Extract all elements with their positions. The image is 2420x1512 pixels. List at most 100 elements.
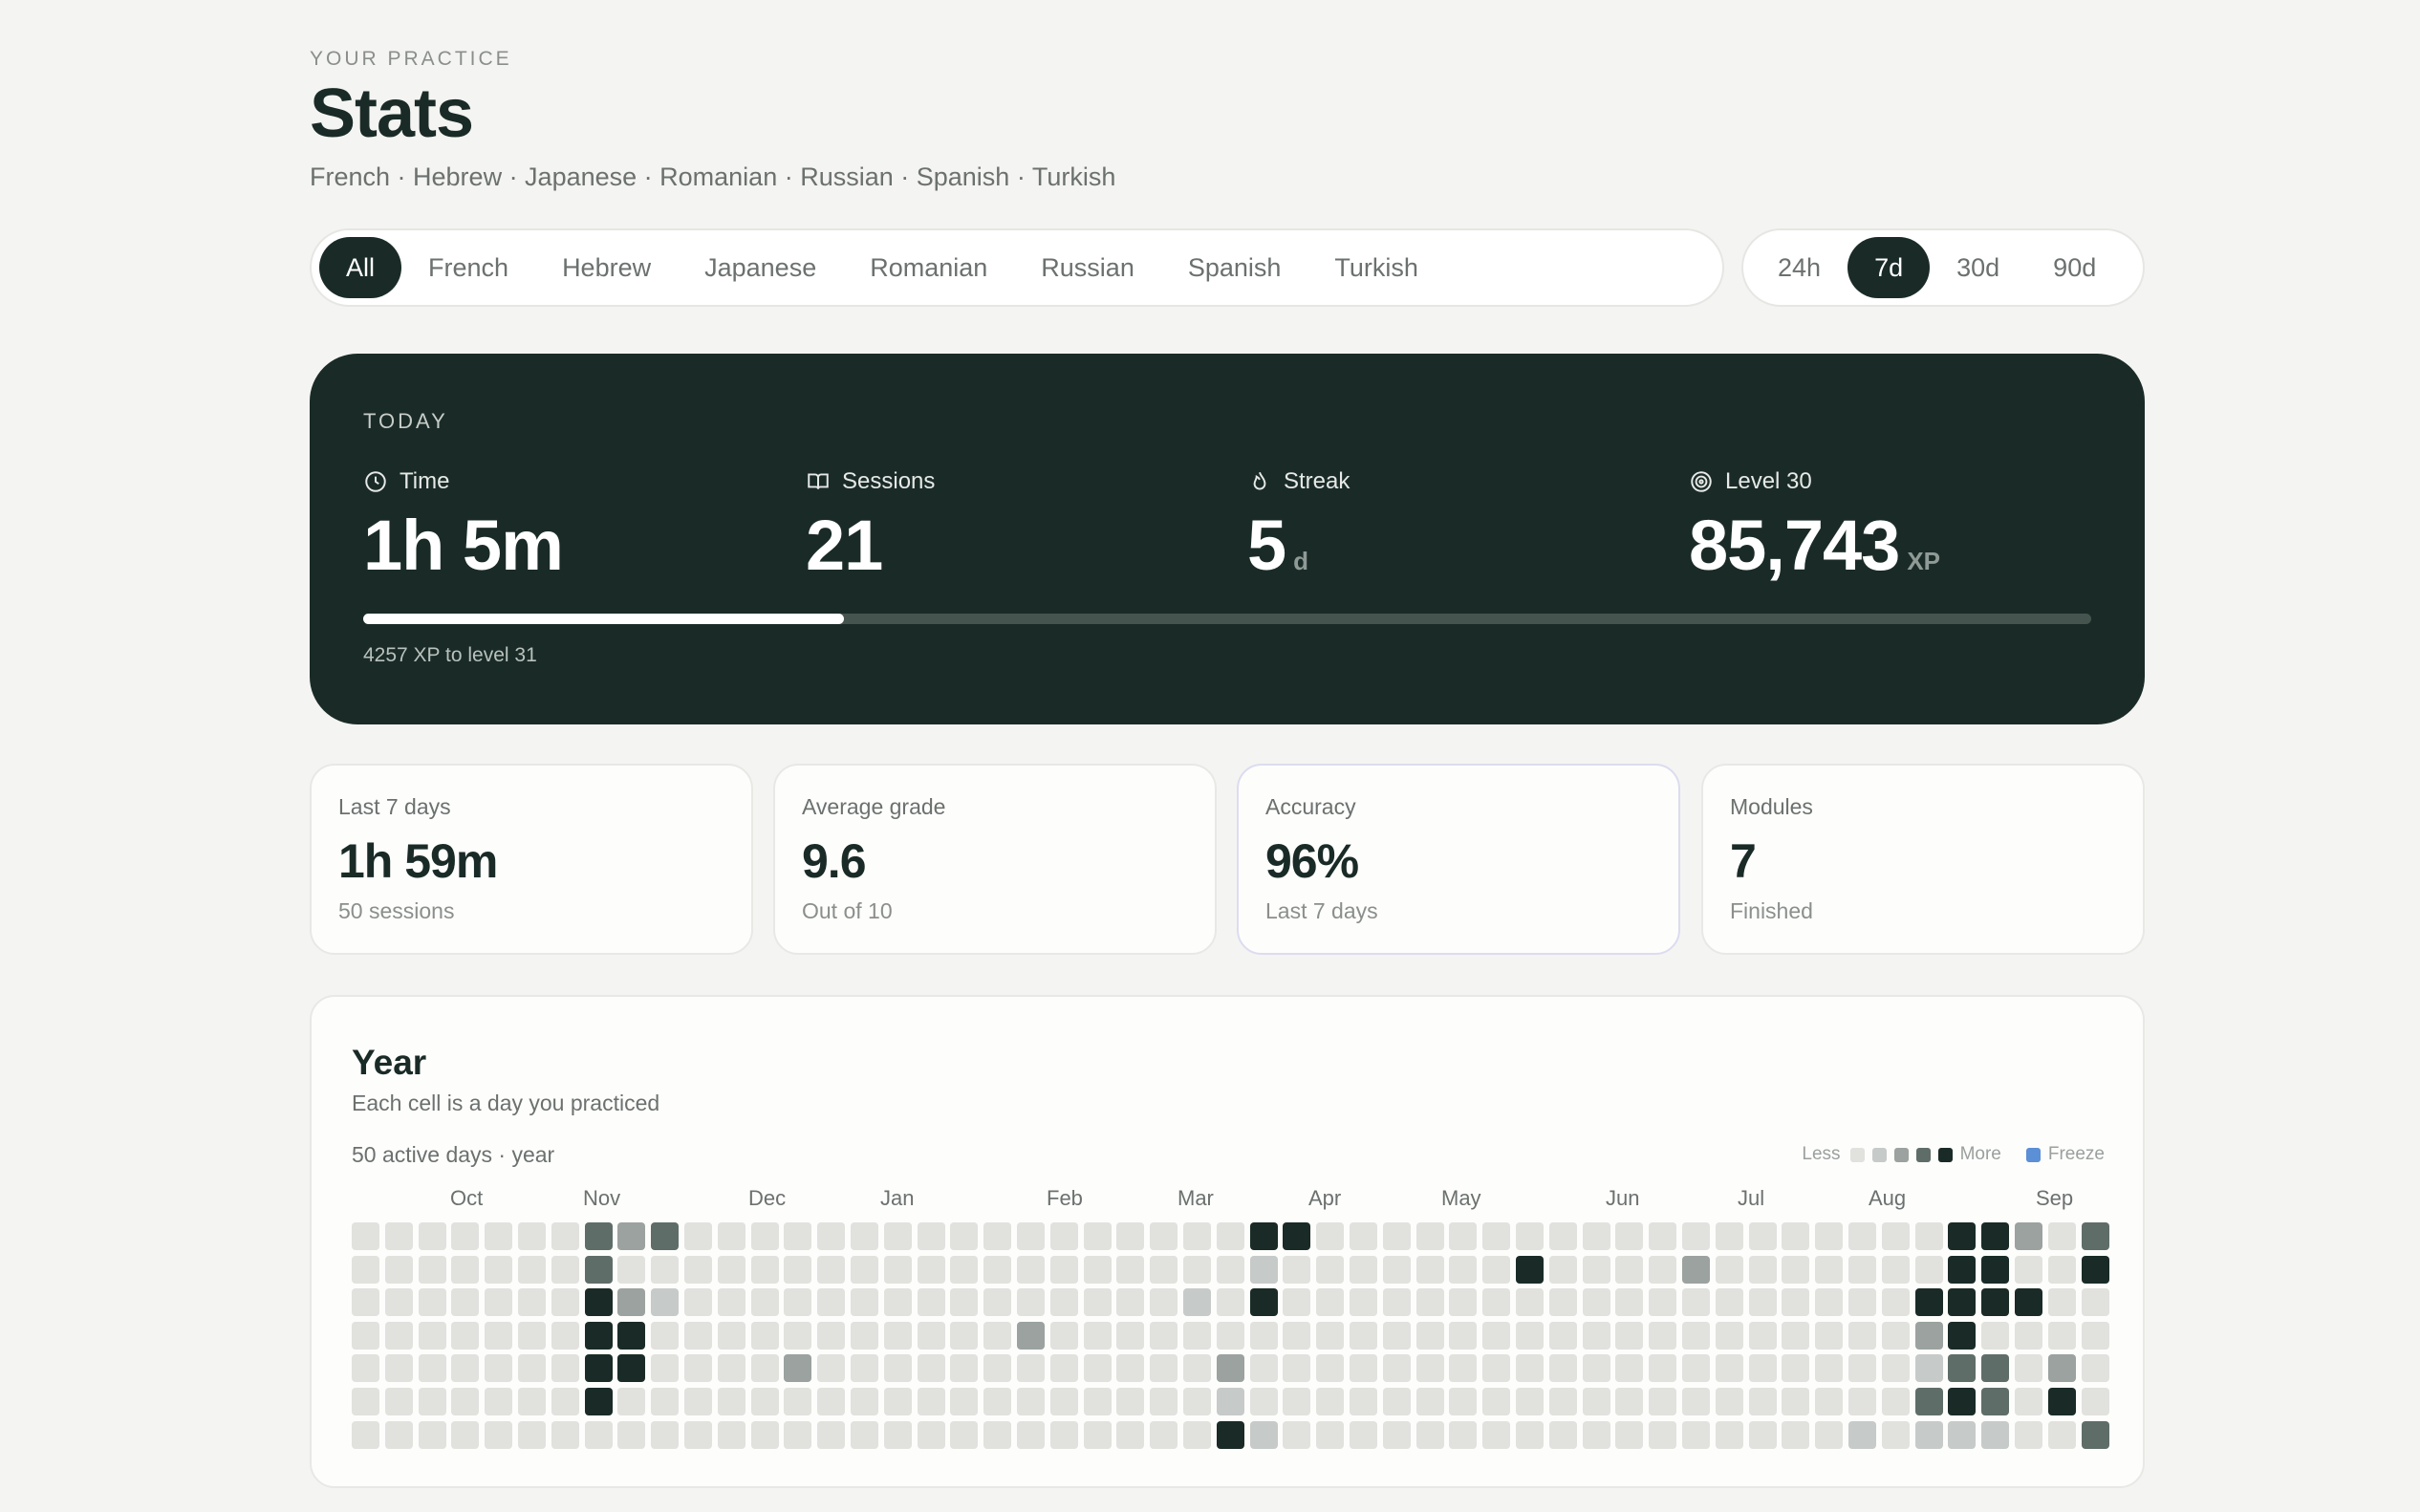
heatmap-cell[interactable] <box>1815 1255 1844 1284</box>
lang-option-turkish[interactable]: Turkish <box>1307 237 1445 298</box>
heatmap-cell[interactable] <box>1482 1222 1511 1250</box>
heatmap-cell[interactable] <box>584 1388 613 1415</box>
heatmap-cell[interactable] <box>784 1222 812 1250</box>
heatmap-cell[interactable] <box>1649 1288 1677 1317</box>
heatmap-cell[interactable] <box>485 1222 513 1250</box>
heatmap-cell[interactable] <box>917 1288 945 1317</box>
heatmap-cell[interactable] <box>1981 1354 2010 1383</box>
heatmap-cell[interactable] <box>485 1288 513 1317</box>
heatmap-cell[interactable] <box>2047 1321 2076 1350</box>
heatmap-cell[interactable] <box>551 1354 579 1383</box>
heatmap-cell[interactable] <box>1449 1222 1478 1250</box>
heatmap-cell[interactable] <box>617 1321 646 1350</box>
heatmap-cell[interactable] <box>1615 1388 1644 1415</box>
heatmap-cell[interactable] <box>717 1321 745 1350</box>
heatmap-cell[interactable] <box>817 1388 846 1415</box>
heatmap-cell[interactable] <box>485 1388 513 1415</box>
heatmap-cell[interactable] <box>1150 1288 1178 1317</box>
heatmap-cell[interactable] <box>1216 1420 1244 1449</box>
heatmap-cell[interactable] <box>651 1222 680 1250</box>
heatmap-cell[interactable] <box>1350 1222 1377 1250</box>
heatmap-cell[interactable] <box>1914 1222 1943 1250</box>
heatmap-cell[interactable] <box>617 1255 646 1284</box>
heatmap-cell[interactable] <box>1116 1354 1145 1383</box>
heatmap-cell[interactable] <box>2015 1288 2042 1317</box>
heatmap-cell[interactable] <box>1981 1255 2010 1284</box>
lang-option-spanish[interactable]: Spanish <box>1161 237 1308 298</box>
heatmap-cell[interactable] <box>1249 1222 1278 1250</box>
heatmap-cell[interactable] <box>2081 1321 2109 1350</box>
heatmap-cell[interactable] <box>584 1420 613 1449</box>
heatmap-cell[interactable] <box>1782 1255 1810 1284</box>
heatmap-cell[interactable] <box>1283 1354 1311 1383</box>
heatmap-cell[interactable] <box>1649 1222 1677 1250</box>
heatmap-cell[interactable] <box>451 1420 480 1449</box>
heatmap-cell[interactable] <box>1682 1222 1710 1250</box>
heatmap-cell[interactable] <box>584 1354 613 1383</box>
heatmap-cell[interactable] <box>1382 1288 1411 1317</box>
heatmap-cell[interactable] <box>451 1255 480 1284</box>
heatmap-cell[interactable] <box>1615 1255 1644 1284</box>
heatmap-cell[interactable] <box>1516 1222 1544 1250</box>
heatmap-cell[interactable] <box>1249 1354 1278 1383</box>
heatmap-cell[interactable] <box>651 1288 680 1317</box>
heatmap-cell[interactable] <box>1083 1321 1112 1350</box>
heatmap-cell[interactable] <box>1748 1222 1777 1250</box>
heatmap-cell[interactable] <box>1183 1255 1211 1284</box>
heatmap-cell[interactable] <box>1981 1388 2010 1415</box>
heatmap-cell[interactable] <box>1516 1388 1544 1415</box>
heatmap-cell[interactable] <box>651 1388 680 1415</box>
heatmap-cell[interactable] <box>1216 1255 1244 1284</box>
heatmap-cell[interactable] <box>1083 1222 1112 1250</box>
heatmap-cell[interactable] <box>617 1354 646 1383</box>
heatmap-cell[interactable] <box>1350 1255 1377 1284</box>
heatmap-cell[interactable] <box>1914 1288 1943 1317</box>
heatmap-cell[interactable] <box>1582 1420 1610 1449</box>
heatmap-cell[interactable] <box>1782 1420 1810 1449</box>
heatmap-cell[interactable] <box>584 1288 613 1317</box>
heatmap-cell[interactable] <box>1981 1420 2010 1449</box>
heatmap-cell[interactable] <box>1183 1222 1211 1250</box>
heatmap-cell[interactable] <box>1715 1388 1743 1415</box>
heatmap-cell[interactable] <box>1216 1388 1244 1415</box>
heatmap-cell[interactable] <box>1649 1388 1677 1415</box>
heatmap-cell[interactable] <box>518 1288 546 1317</box>
heatmap-cell[interactable] <box>518 1354 546 1383</box>
heatmap-cell[interactable] <box>1649 1255 1677 1284</box>
lang-option-russian[interactable]: Russian <box>1014 237 1161 298</box>
heatmap-cell[interactable] <box>1848 1222 1876 1250</box>
heatmap-cell[interactable] <box>1582 1354 1610 1383</box>
heatmap-cell[interactable] <box>784 1420 812 1449</box>
heatmap-cell[interactable] <box>1116 1388 1145 1415</box>
heatmap-cell[interactable] <box>1881 1420 1910 1449</box>
heatmap-cell[interactable] <box>1150 1321 1178 1350</box>
heatmap-cell[interactable] <box>352 1222 379 1250</box>
heatmap-cell[interactable] <box>2047 1388 2076 1415</box>
heatmap-cell[interactable] <box>384 1222 413 1250</box>
heatmap-cell[interactable] <box>1183 1321 1211 1350</box>
heatmap-cell[interactable] <box>950 1288 979 1317</box>
heatmap-cell[interactable] <box>651 1420 680 1449</box>
heatmap-cell[interactable] <box>1249 1388 1278 1415</box>
heatmap-cell[interactable] <box>1881 1255 1910 1284</box>
heatmap-cell[interactable] <box>917 1388 945 1415</box>
heatmap-cell[interactable] <box>883 1321 912 1350</box>
heatmap-cell[interactable] <box>1782 1288 1810 1317</box>
heatmap-cell[interactable] <box>684 1222 712 1250</box>
heatmap-cell[interactable] <box>1083 1288 1112 1317</box>
heatmap-cell[interactable] <box>1216 1288 1244 1317</box>
heatmap-cell[interactable] <box>851 1255 878 1284</box>
heatmap-cell[interactable] <box>584 1255 613 1284</box>
heatmap-cell[interactable] <box>851 1354 878 1383</box>
heatmap-cell[interactable] <box>518 1222 546 1250</box>
heatmap-cell[interactable] <box>651 1321 680 1350</box>
heatmap-cell[interactable] <box>418 1388 446 1415</box>
heatmap-cell[interactable] <box>1815 1354 1844 1383</box>
heatmap-cell[interactable] <box>1049 1255 1078 1284</box>
heatmap-cell[interactable] <box>518 1388 546 1415</box>
heatmap-cell[interactable] <box>1981 1288 2010 1317</box>
heatmap-cell[interactable] <box>1682 1255 1710 1284</box>
heatmap-cell[interactable] <box>1283 1222 1311 1250</box>
heatmap-cell[interactable] <box>584 1222 613 1250</box>
heatmap-cell[interactable] <box>983 1321 1012 1350</box>
